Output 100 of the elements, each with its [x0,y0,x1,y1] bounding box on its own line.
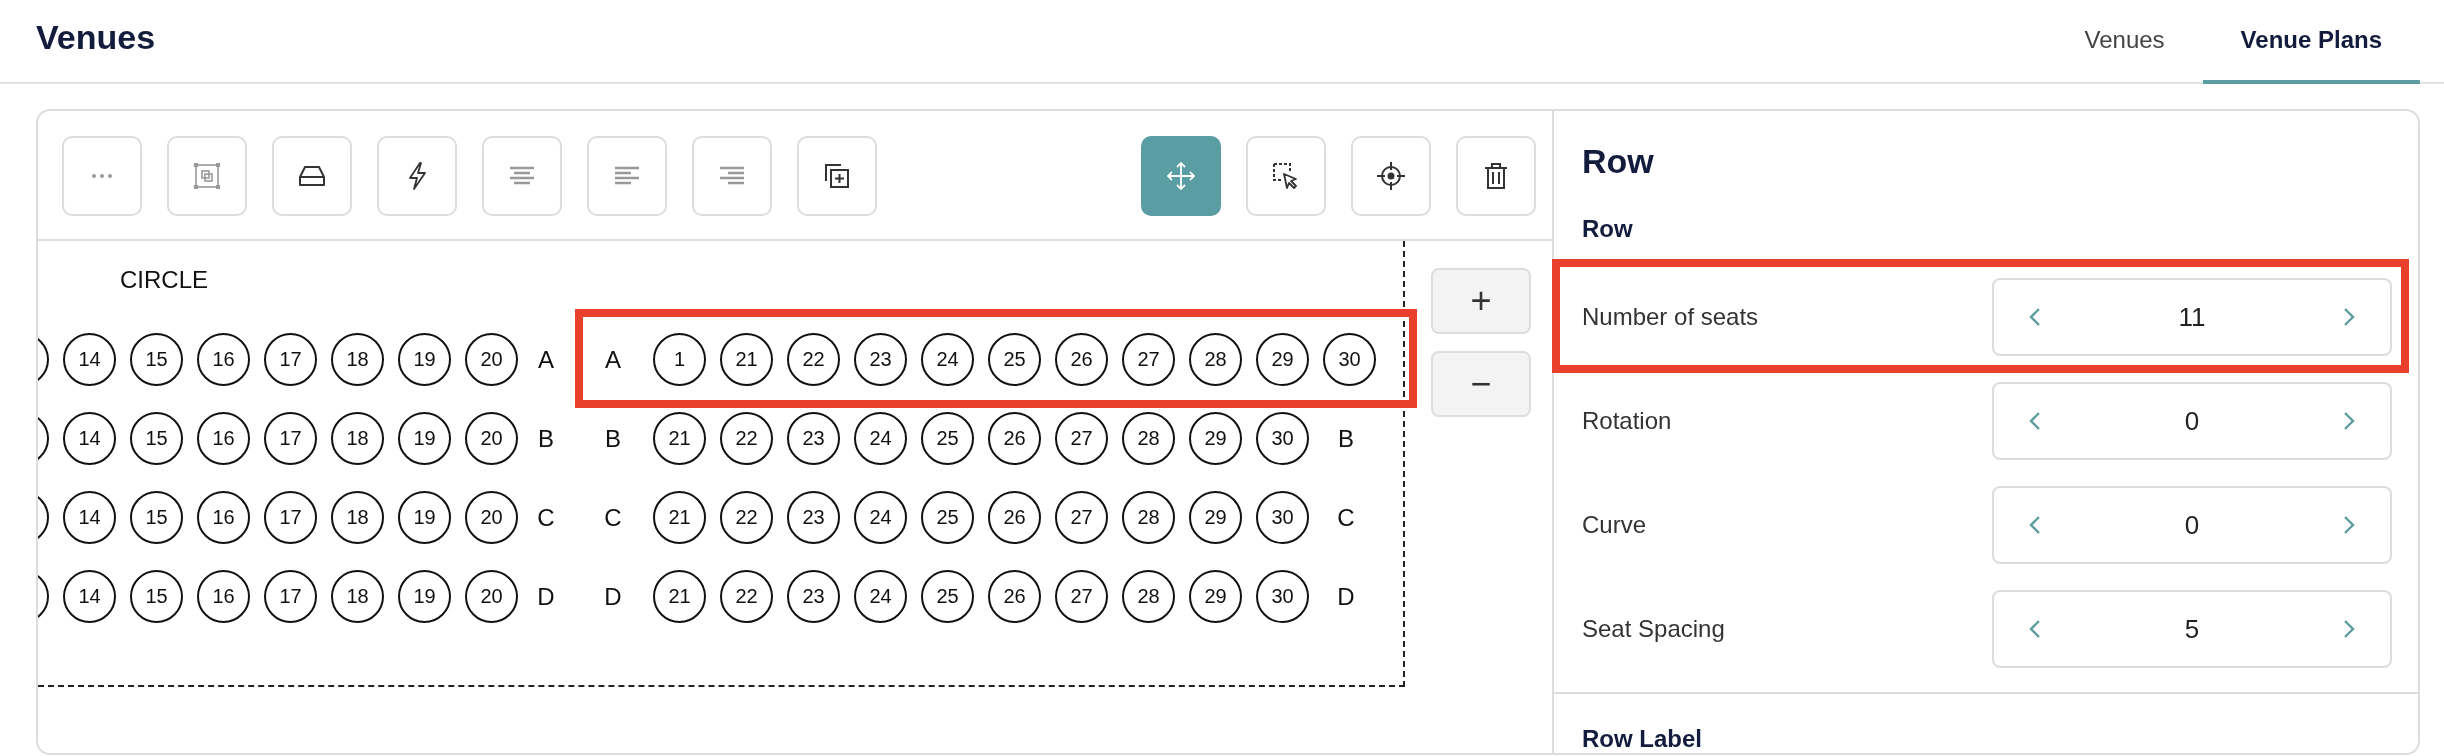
seat[interactable]: 27 [1055,491,1108,544]
row-label: B [1337,424,1355,453]
row-label: B [604,424,622,453]
seat[interactable]: 22 [720,491,773,544]
seat[interactable]: 19 [398,491,451,544]
seat[interactable]: 14 [63,570,116,623]
chevron-left-icon [2028,410,2042,432]
seat[interactable]: 23 [787,570,840,623]
seat[interactable]: 25 [921,570,974,623]
seat[interactable]: 16 [197,570,250,623]
seat[interactable]: 27 [1122,333,1175,386]
row-label: D [536,582,556,611]
seat[interactable]: 20 [465,333,518,386]
stepper-field[interactable]: 0 [1992,382,2392,460]
field-label: Curve [1582,511,1647,539]
seat[interactable]: 22 [720,412,773,465]
seat[interactable]: 19 [398,412,451,465]
seat[interactable]: 15 [130,570,183,623]
zoom-in-button[interactable]: + [1431,268,1531,334]
seat[interactable]: 1 [653,333,706,386]
seat[interactable]: 28 [1122,570,1175,623]
seat[interactable]: 22 [787,333,840,386]
chevron-right-icon [2342,514,2356,536]
seat[interactable]: 30 [1256,491,1309,544]
seat[interactable]: 20 [465,570,518,623]
seat[interactable]: 14 [63,491,116,544]
move-icon [1165,160,1197,192]
field-label: Rotation [1582,407,1672,435]
chevron-left-icon [2028,514,2042,536]
seat[interactable]: 16 [197,491,250,544]
seat[interactable]: 26 [1055,333,1108,386]
seat[interactable]: 26 [988,491,1041,544]
crosshair-icon [1375,160,1407,192]
seat[interactable]: 23 [787,491,840,544]
tab[interactable]: Venues [2046,0,2203,84]
seat[interactable]: 28 [1122,491,1175,544]
field-label: Number of seats [1582,303,1759,331]
seat[interactable]: 24 [854,570,907,623]
seat[interactable]: 15 [130,412,183,465]
seat[interactable]: 30 [1323,333,1376,386]
tab[interactable]: Venue Plans [2202,0,2420,84]
seat[interactable]: 20 [465,491,518,544]
chevron-right-icon [2342,306,2356,328]
seat[interactable]: 18 [331,333,384,386]
seat[interactable]: 14 [63,412,116,465]
seat[interactable]: 16 [197,412,250,465]
zoom-out-button[interactable]: − [1431,351,1531,417]
stepper-field[interactable]: 11 [1992,278,2392,356]
seat[interactable]: 14 [63,333,116,386]
seat[interactable]: 24 [921,333,974,386]
seat[interactable]: 29 [1189,570,1242,623]
row-label: A [604,345,622,374]
seat[interactable]: 28 [1189,333,1242,386]
seat[interactable]: 18 [331,412,384,465]
seat[interactable]: 22 [720,570,773,623]
stepper-field[interactable]: 0 [1992,486,2392,564]
row-label: D [603,582,623,611]
row-label: C [603,503,623,532]
seat[interactable]: 26 [988,412,1041,465]
seat[interactable]: 20 [465,412,518,465]
seat[interactable]: 24 [854,412,907,465]
seat[interactable]: 30 [1256,570,1309,623]
panel-title: Row [1582,141,1655,181]
seat[interactable]: 23 [787,412,840,465]
seat[interactable]: 23 [854,333,907,386]
seat[interactable]: 21 [720,333,773,386]
seat[interactable]: 19 [398,570,451,623]
seat[interactable]: 21 [653,491,706,544]
seat[interactable]: 25 [921,491,974,544]
seat[interactable]: 15 [130,333,183,386]
row-label: B [537,424,555,453]
seat[interactable]: 28 [1122,412,1175,465]
seat[interactable]: 30 [1256,412,1309,465]
field-label: Seat Spacing [1582,615,1725,643]
page-title: Venues [36,17,156,57]
chevron-left-icon [2028,618,2042,640]
seat[interactable]: 19 [398,333,451,386]
seat[interactable]: 27 [1055,412,1108,465]
seat[interactable]: 29 [1189,491,1242,544]
seat[interactable]: 29 [1189,412,1242,465]
seat[interactable]: 17 [264,491,317,544]
ellipsis-icon [92,174,112,178]
seat[interactable]: 26 [988,570,1041,623]
seat[interactable]: 21 [653,412,706,465]
row-label: C [1336,503,1356,532]
seat[interactable]: 18 [331,491,384,544]
seat[interactable]: 17 [264,570,317,623]
seat[interactable]: 25 [988,333,1041,386]
seat[interactable]: 15 [130,491,183,544]
seat[interactable]: 17 [264,333,317,386]
seat[interactable]: 16 [197,333,250,386]
seat[interactable]: 18 [331,570,384,623]
seat[interactable]: 29 [1256,333,1309,386]
seat[interactable]: 17 [264,412,317,465]
section-label: CIRCLE [120,265,209,295]
seat[interactable]: 24 [854,491,907,544]
seat[interactable]: 25 [921,412,974,465]
seat[interactable]: 21 [653,570,706,623]
seat[interactable]: 27 [1055,570,1108,623]
stepper-field[interactable]: 5 [1992,590,2392,668]
